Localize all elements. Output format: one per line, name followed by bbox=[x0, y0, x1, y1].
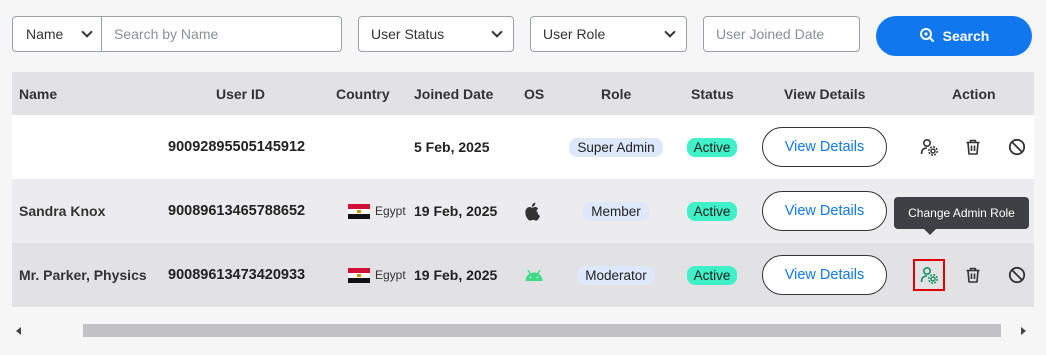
user-name: Mr. Parker, Physics bbox=[19, 267, 147, 283]
joined-date-input[interactable] bbox=[703, 16, 860, 52]
scroll-left-arrow-icon[interactable] bbox=[16, 327, 21, 335]
role-badge: Moderator bbox=[577, 265, 655, 285]
filter-bar: Name User Status User Role Search bbox=[12, 16, 1034, 56]
search-by-name-input[interactable] bbox=[102, 16, 342, 52]
trash-icon[interactable] bbox=[951, 131, 995, 163]
table-row: 90092895505145912 5 Feb, 2025 Super Admi… bbox=[12, 115, 1034, 179]
user-gear-icon[interactable] bbox=[913, 259, 945, 291]
user-status-select[interactable]: User Status bbox=[358, 16, 514, 52]
view-details-button[interactable]: View Details bbox=[762, 127, 887, 167]
search-icon bbox=[919, 27, 935, 46]
column-header-role: Role bbox=[601, 85, 632, 102]
status-badge: Active bbox=[686, 137, 738, 157]
search-button[interactable]: Search bbox=[876, 16, 1032, 56]
role-badge: Member bbox=[583, 201, 649, 221]
column-header-joined-date: Joined Date bbox=[414, 85, 494, 102]
view-details-button[interactable]: View Details bbox=[762, 255, 887, 295]
action-group bbox=[907, 115, 1039, 179]
country: Egypt bbox=[348, 243, 406, 307]
table-row: Sandra Knox 90089613465788652 Egypt 19 F… bbox=[12, 179, 1034, 243]
status-badge: Active bbox=[686, 201, 738, 221]
action-group bbox=[907, 243, 1039, 307]
android-icon bbox=[524, 243, 544, 307]
users-table: Name User ID Country Joined Date OS Role… bbox=[12, 72, 1034, 307]
column-header-country: Country bbox=[336, 85, 390, 102]
column-header-os: OS bbox=[524, 85, 545, 102]
status-badge: Active bbox=[686, 265, 738, 285]
name-field-select[interactable]: Name bbox=[12, 16, 102, 52]
egypt-flag-icon bbox=[348, 267, 370, 283]
user-gear-icon[interactable] bbox=[907, 131, 951, 163]
chevron-down-icon bbox=[491, 26, 503, 38]
country-label: Egypt bbox=[375, 204, 406, 218]
joined-date: 19 Feb, 2025 bbox=[414, 203, 498, 219]
column-header-user-id: User ID bbox=[216, 85, 266, 102]
column-header-status: Status bbox=[691, 85, 734, 102]
country: Egypt bbox=[348, 179, 406, 243]
user-id: 90089613465788652 bbox=[168, 203, 306, 219]
joined-date: 19 Feb, 2025 bbox=[414, 267, 498, 283]
user-role-label: User Role bbox=[543, 26, 606, 42]
scroll-right-arrow-icon[interactable] bbox=[1021, 327, 1026, 335]
user-name: Sandra Knox bbox=[19, 203, 106, 219]
chevron-down-icon bbox=[81, 26, 93, 38]
column-header-action: Action bbox=[952, 85, 996, 102]
apple-icon bbox=[524, 179, 542, 243]
role-badge: Super Admin bbox=[569, 137, 663, 157]
user-status-label: User Status bbox=[371, 26, 445, 42]
user-id: 90089613473420933 bbox=[168, 267, 306, 283]
user-id: 90092895505145912 bbox=[168, 139, 306, 155]
trash-icon[interactable] bbox=[951, 259, 995, 291]
table-row: Mr. Parker, Physics 90089613473420933 Eg… bbox=[12, 243, 1034, 307]
block-icon[interactable] bbox=[995, 131, 1039, 163]
change-admin-role-tooltip: Change Admin Role bbox=[894, 197, 1029, 235]
user-role-select[interactable]: User Role bbox=[530, 16, 687, 52]
chevron-down-icon bbox=[664, 26, 676, 38]
scrollbar-thumb[interactable] bbox=[83, 324, 1001, 337]
name-search-group: Name bbox=[12, 16, 342, 52]
horizontal-scrollbar[interactable] bbox=[12, 320, 1034, 340]
column-header-view-details: View Details bbox=[784, 85, 866, 102]
table-header: Name User ID Country Joined Date OS Role… bbox=[12, 72, 1034, 115]
search-button-label: Search bbox=[942, 28, 990, 44]
view-details-button[interactable]: View Details bbox=[762, 191, 887, 231]
country-label: Egypt bbox=[375, 268, 406, 282]
block-icon[interactable] bbox=[995, 259, 1039, 291]
egypt-flag-icon bbox=[348, 203, 370, 219]
name-select-label: Name bbox=[26, 26, 64, 42]
joined-date: 5 Feb, 2025 bbox=[414, 139, 490, 155]
column-header-name: Name bbox=[19, 85, 58, 102]
